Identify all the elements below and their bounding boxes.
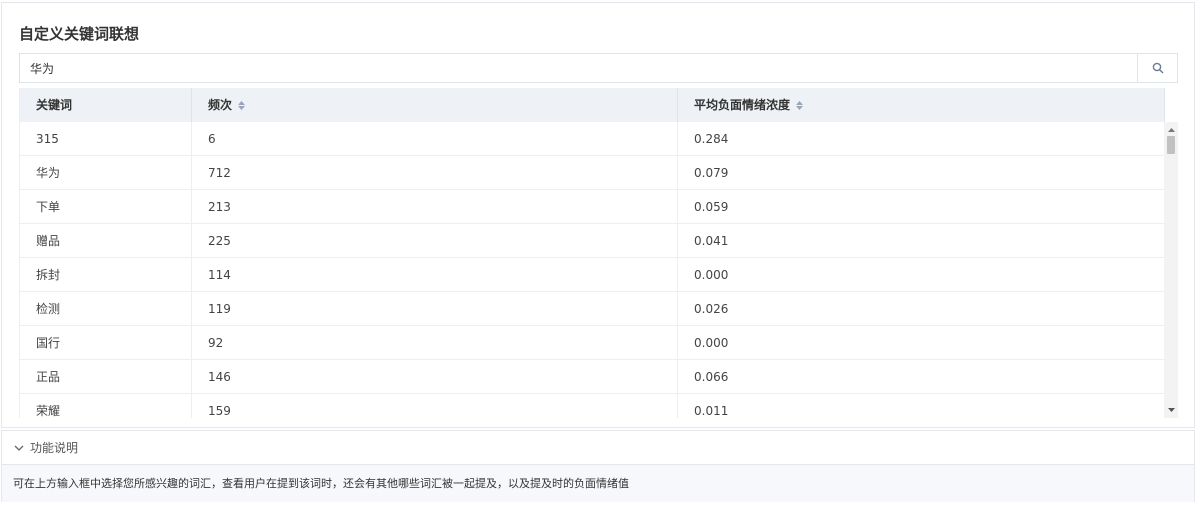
cell-keyword: 荣耀: [20, 394, 192, 418]
column-header-avg-negative[interactable]: 平均负面情绪浓度: [678, 88, 1165, 122]
table-row[interactable]: 国行 92 0.000: [20, 326, 1165, 360]
table-row[interactable]: 检测 119 0.026: [20, 292, 1165, 326]
cell-frequency: 213: [192, 190, 678, 224]
cell-frequency: 225: [192, 224, 678, 258]
scroll-down-arrow-icon[interactable]: [1164, 404, 1178, 416]
help-description: 可在上方输入框中选择您所感兴趣的词汇，查看用户在提到该词时，还会有其他哪些词汇被…: [2, 465, 1194, 502]
table-body: 315 6 0.284 华为 712 0.079 下单 213 0.059 赠品…: [20, 122, 1165, 418]
cell-avg-negative: 0.000: [678, 258, 1165, 292]
chevron-down-icon: [14, 445, 24, 451]
table-header: 关键词 频次 平均负面情绪浓度: [20, 88, 1165, 122]
sort-icon[interactable]: [238, 100, 246, 110]
cell-frequency: 114: [192, 258, 678, 292]
panel-title: 自定义关键词联想: [19, 25, 140, 43]
cell-keyword: 315: [20, 122, 192, 156]
column-header-frequency[interactable]: 频次: [192, 88, 678, 122]
cell-avg-negative: 0.000: [678, 326, 1165, 360]
cell-keyword: 华为: [20, 156, 192, 190]
search-box: [19, 53, 1178, 83]
cell-keyword: 赠品: [20, 224, 192, 258]
cell-keyword: 检测: [20, 292, 192, 326]
cell-frequency: 92: [192, 326, 678, 360]
cell-keyword: 正品: [20, 360, 192, 394]
search-input[interactable]: [20, 54, 1138, 82]
cell-keyword: 拆封: [20, 258, 192, 292]
keyword-association-panel: 自定义关键词联想 关键词 频次 平均负面情绪浓度: [1, 2, 1195, 428]
cell-avg-negative: 0.079: [678, 156, 1165, 190]
cell-frequency: 159: [192, 394, 678, 418]
cell-avg-negative: 0.284: [678, 122, 1165, 156]
cell-avg-negative: 0.041: [678, 224, 1165, 258]
help-label: 功能说明: [30, 441, 79, 455]
cell-avg-negative: 0.059: [678, 190, 1165, 224]
cell-frequency: 6: [192, 122, 678, 156]
table-row[interactable]: 华为 712 0.079: [20, 156, 1165, 190]
table-row[interactable]: 荣耀 159 0.011: [20, 394, 1165, 418]
table-scrollbar[interactable]: [1164, 122, 1178, 418]
keyword-table: 关键词 频次 平均负面情绪浓度 315 6 0.284 华为 712 0.079…: [19, 88, 1178, 418]
table-row[interactable]: 赠品 225 0.041: [20, 224, 1165, 258]
help-section: 功能说明 可在上方输入框中选择您所感兴趣的词汇，查看用户在提到该词时，还会有其他…: [1, 430, 1195, 502]
help-toggle[interactable]: 功能说明: [2, 431, 1194, 465]
column-header-keyword: 关键词: [20, 88, 192, 122]
table-row[interactable]: 拆封 114 0.000: [20, 258, 1165, 292]
table-row[interactable]: 下单 213 0.059: [20, 190, 1165, 224]
cell-keyword: 下单: [20, 190, 192, 224]
sort-icon[interactable]: [796, 100, 804, 110]
table-row[interactable]: 正品 146 0.066: [20, 360, 1165, 394]
table-row[interactable]: 315 6 0.284: [20, 122, 1165, 156]
scroll-thumb[interactable]: [1167, 136, 1175, 154]
cell-avg-negative: 0.026: [678, 292, 1165, 326]
cell-frequency: 119: [192, 292, 678, 326]
search-icon: [1152, 62, 1163, 74]
cell-frequency: 712: [192, 156, 678, 190]
scroll-up-arrow-icon[interactable]: [1164, 124, 1178, 136]
cell-avg-negative: 0.066: [678, 360, 1165, 394]
cell-avg-negative: 0.011: [678, 394, 1165, 418]
cell-frequency: 146: [192, 360, 678, 394]
cell-keyword: 国行: [20, 326, 192, 360]
search-button[interactable]: [1137, 54, 1177, 82]
